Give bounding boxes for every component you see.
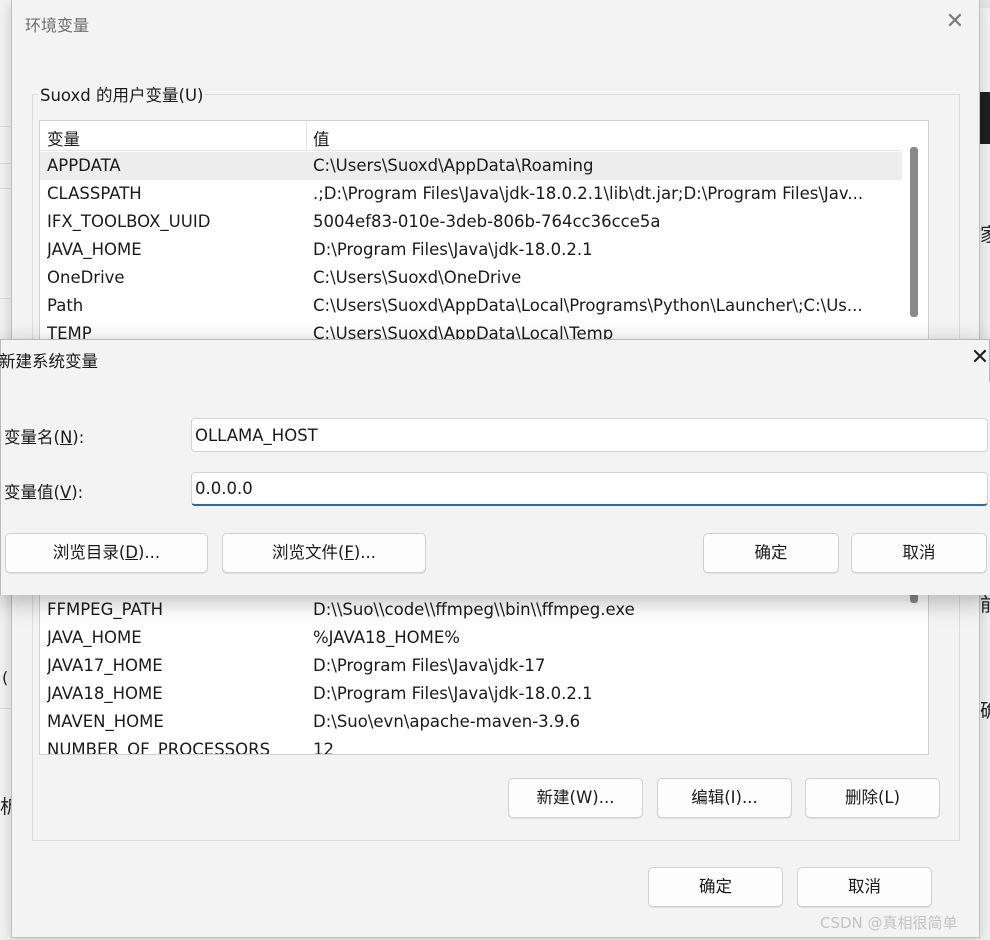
user-variables-list[interactable]: 变量 值 APPDATA C:\Users\Suoxd\AppData\Roam…	[39, 120, 929, 342]
variable-value: %JAVA18_HOME%	[313, 628, 460, 647]
dialog-body: 变量名(N): 变量值(V): 浏览目录(D)... 浏览文件(F)... 确定…	[1, 382, 990, 595]
table-row[interactable]: CLASSPATH .;D:\Program Files\Java\jdk-18…	[40, 180, 902, 208]
variable-name: JAVA_HOME	[47, 240, 142, 259]
dialog-ok-button[interactable]: 确定	[703, 533, 839, 573]
variable-value-input[interactable]	[191, 472, 988, 506]
variable-name: JAVA18_HOME	[47, 684, 163, 703]
variable-name-label: 变量名(N):	[4, 428, 85, 447]
variable-name: JAVA17_HOME	[47, 656, 163, 675]
env-titlebar: 环境变量 ✕	[12, 0, 979, 44]
background-text: (	[2, 668, 9, 687]
user-variables-label: Suoxd 的用户变量(U)	[38, 82, 206, 106]
variable-name: JAVA_HOME	[47, 628, 142, 647]
env-ok-button[interactable]: 确定	[648, 867, 783, 907]
variable-name: OneDrive	[47, 268, 125, 287]
variable-value: C:\Users\Suoxd\AppData\Roaming	[313, 156, 594, 175]
variable-name: IFX_TOOLBOX_UUID	[47, 212, 211, 231]
variable-value: D:\Suo\evn\apache-maven-3.9.6	[313, 712, 581, 731]
variable-value: 12	[313, 740, 334, 755]
table-row[interactable]: APPDATA C:\Users\Suoxd\AppData\Roaming	[40, 152, 902, 180]
table-row[interactable]: JAVA18_HOME D:\Program Files\Java\jdk-18…	[40, 680, 902, 708]
browse-directory-button[interactable]: 浏览目录(D)...	[5, 533, 208, 573]
table-row[interactable]: NUMBER_OF_PROCESSORS 12	[40, 736, 902, 755]
close-icon[interactable]: ✕	[967, 344, 990, 372]
background-text: 确	[980, 700, 990, 722]
env-cancel-button[interactable]: 取消	[797, 867, 932, 907]
variable-value: D:\\Suo\\code\\ffmpeg\\bin\\ffmpeg.exe	[313, 600, 635, 619]
variable-name: APPDATA	[47, 156, 121, 175]
variable-name: NUMBER_OF_PROCESSORS	[47, 740, 271, 755]
variable-name: Path	[47, 296, 84, 315]
variable-value: C:\Users\Suoxd\OneDrive	[313, 268, 522, 287]
variable-name: CLASSPATH	[47, 184, 142, 203]
table-row[interactable]: FFMPEG_PATH D:\\Suo\\code\\ffmpeg\\bin\\…	[40, 596, 902, 624]
scrollbar[interactable]	[908, 147, 918, 317]
variable-value: 5004ef83-010e-3deb-806b-764cc36cce5a	[313, 212, 661, 231]
table-row[interactable]: IFX_TOOLBOX_UUID 5004ef83-010e-3deb-806b…	[40, 208, 902, 236]
background-text: 析	[0, 796, 11, 818]
dialog-cancel-button[interactable]: 取消	[851, 533, 987, 573]
variable-name: FFMPEG_PATH	[47, 600, 164, 619]
variable-name-input[interactable]	[191, 418, 988, 452]
table-row[interactable]: JAVA_HOME %JAVA18_HOME%	[40, 624, 902, 652]
new-system-variable-button[interactable]: 新建(W)...	[508, 778, 643, 818]
variable-value: D:\Program Files\Java\jdk-18.0.2.1	[313, 240, 593, 259]
variable-value: D:\Program Files\Java\jdk-17	[313, 656, 546, 675]
list-header: 变量 值	[40, 121, 902, 151]
column-header-value[interactable]: 值	[313, 126, 330, 150]
table-row[interactable]: JAVA17_HOME D:\Program Files\Java\jdk-17	[40, 652, 902, 680]
column-header-variable[interactable]: 变量	[47, 126, 80, 150]
env-window-title: 环境变量	[25, 16, 90, 35]
browse-file-button[interactable]: 浏览文件(F)...	[222, 533, 426, 573]
new-system-variable-dialog: 新建系统变量 ✕ 变量名(N): 变量值(V): 浏览目录(D)... 浏览文件…	[0, 339, 990, 595]
watermark: CSDN @真相很简单	[820, 914, 958, 932]
variable-value: .;D:\Program Files\Java\jdk-18.0.2.1\lib…	[313, 184, 864, 203]
table-row[interactable]: Path C:\Users\Suoxd\AppData\Local\Progra…	[40, 292, 902, 320]
close-icon[interactable]: ✕	[942, 9, 968, 35]
column-divider[interactable]	[306, 121, 307, 151]
delete-system-variable-button[interactable]: 删除(L)	[805, 778, 940, 818]
background-dark-block	[980, 92, 990, 144]
variable-value: C:\Users\Suoxd\AppData\Local\Programs\Py…	[313, 296, 863, 315]
scrollbar-thumb[interactable]	[910, 147, 918, 317]
background-text: 家	[980, 224, 990, 246]
table-row[interactable]: JAVA_HOME D:\Program Files\Java\jdk-18.0…	[40, 236, 902, 264]
dialog-title: 新建系统变量	[0, 352, 98, 371]
table-row[interactable]: OneDrive C:\Users\Suoxd\OneDrive	[40, 264, 902, 292]
variable-value: D:\Program Files\Java\jdk-18.0.2.1	[313, 684, 593, 703]
table-row[interactable]: MAVEN_HOME D:\Suo\evn\apache-maven-3.9.6	[40, 708, 902, 736]
variable-name: MAVEN_HOME	[47, 712, 164, 731]
edit-system-variable-button[interactable]: 编辑(I)...	[657, 778, 792, 818]
variable-value-label: 变量值(V):	[4, 483, 84, 502]
